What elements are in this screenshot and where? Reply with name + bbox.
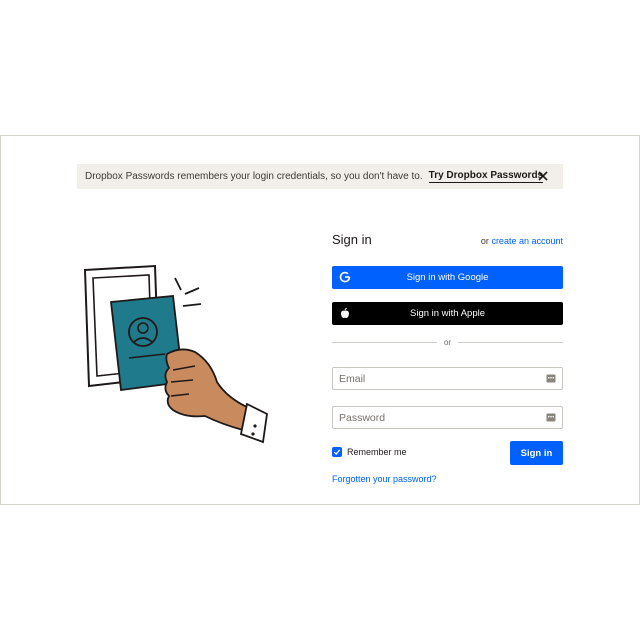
password-field[interactable]: Password bbox=[332, 406, 563, 429]
create-account-prompt: or create an account bbox=[481, 236, 563, 246]
try-passwords-link[interactable]: Try Dropbox Passwords bbox=[428, 170, 544, 183]
create-account-link[interactable]: create an account bbox=[491, 236, 563, 246]
passwords-banner: Dropbox Passwords remembers your login c… bbox=[77, 164, 563, 189]
apple-signin-button[interactable]: Sign in with Apple bbox=[332, 302, 563, 325]
or-text: or bbox=[480, 236, 489, 246]
email-placeholder: Email bbox=[339, 372, 366, 385]
signin-form: Sign in or create an account Sign in wit… bbox=[332, 232, 563, 484]
apple-signin-label: Sign in with Apple bbox=[410, 308, 485, 319]
remember-me-checkbox[interactable] bbox=[332, 447, 342, 457]
google-icon bbox=[339, 271, 351, 283]
close-icon[interactable] bbox=[536, 169, 550, 183]
checkmark-icon bbox=[333, 449, 341, 455]
remember-me-label: Remember me bbox=[347, 447, 407, 457]
card-reader-illustration bbox=[83, 264, 268, 444]
remember-me[interactable]: Remember me bbox=[332, 447, 407, 457]
google-signin-button[interactable]: Sign in with Google bbox=[332, 266, 563, 289]
google-signin-label: Sign in with Google bbox=[406, 272, 489, 283]
password-manager-icon[interactable] bbox=[546, 374, 556, 383]
page-title: Sign in bbox=[332, 232, 372, 247]
password-manager-icon[interactable] bbox=[546, 413, 556, 422]
apple-icon bbox=[341, 307, 349, 318]
form-header: Sign in or create an account bbox=[332, 232, 563, 250]
forgot-password-link[interactable]: Forgotten your password? bbox=[332, 474, 437, 484]
banner-message: Dropbox Passwords remembers your login c… bbox=[85, 171, 423, 182]
password-placeholder: Password bbox=[339, 411, 386, 424]
signin-button[interactable]: Sign in bbox=[510, 441, 563, 465]
email-field[interactable]: Email bbox=[332, 367, 563, 390]
signin-page: Dropbox Passwords remembers your login c… bbox=[0, 135, 640, 505]
or-divider: or bbox=[332, 337, 563, 347]
divider-label: or bbox=[443, 337, 452, 347]
